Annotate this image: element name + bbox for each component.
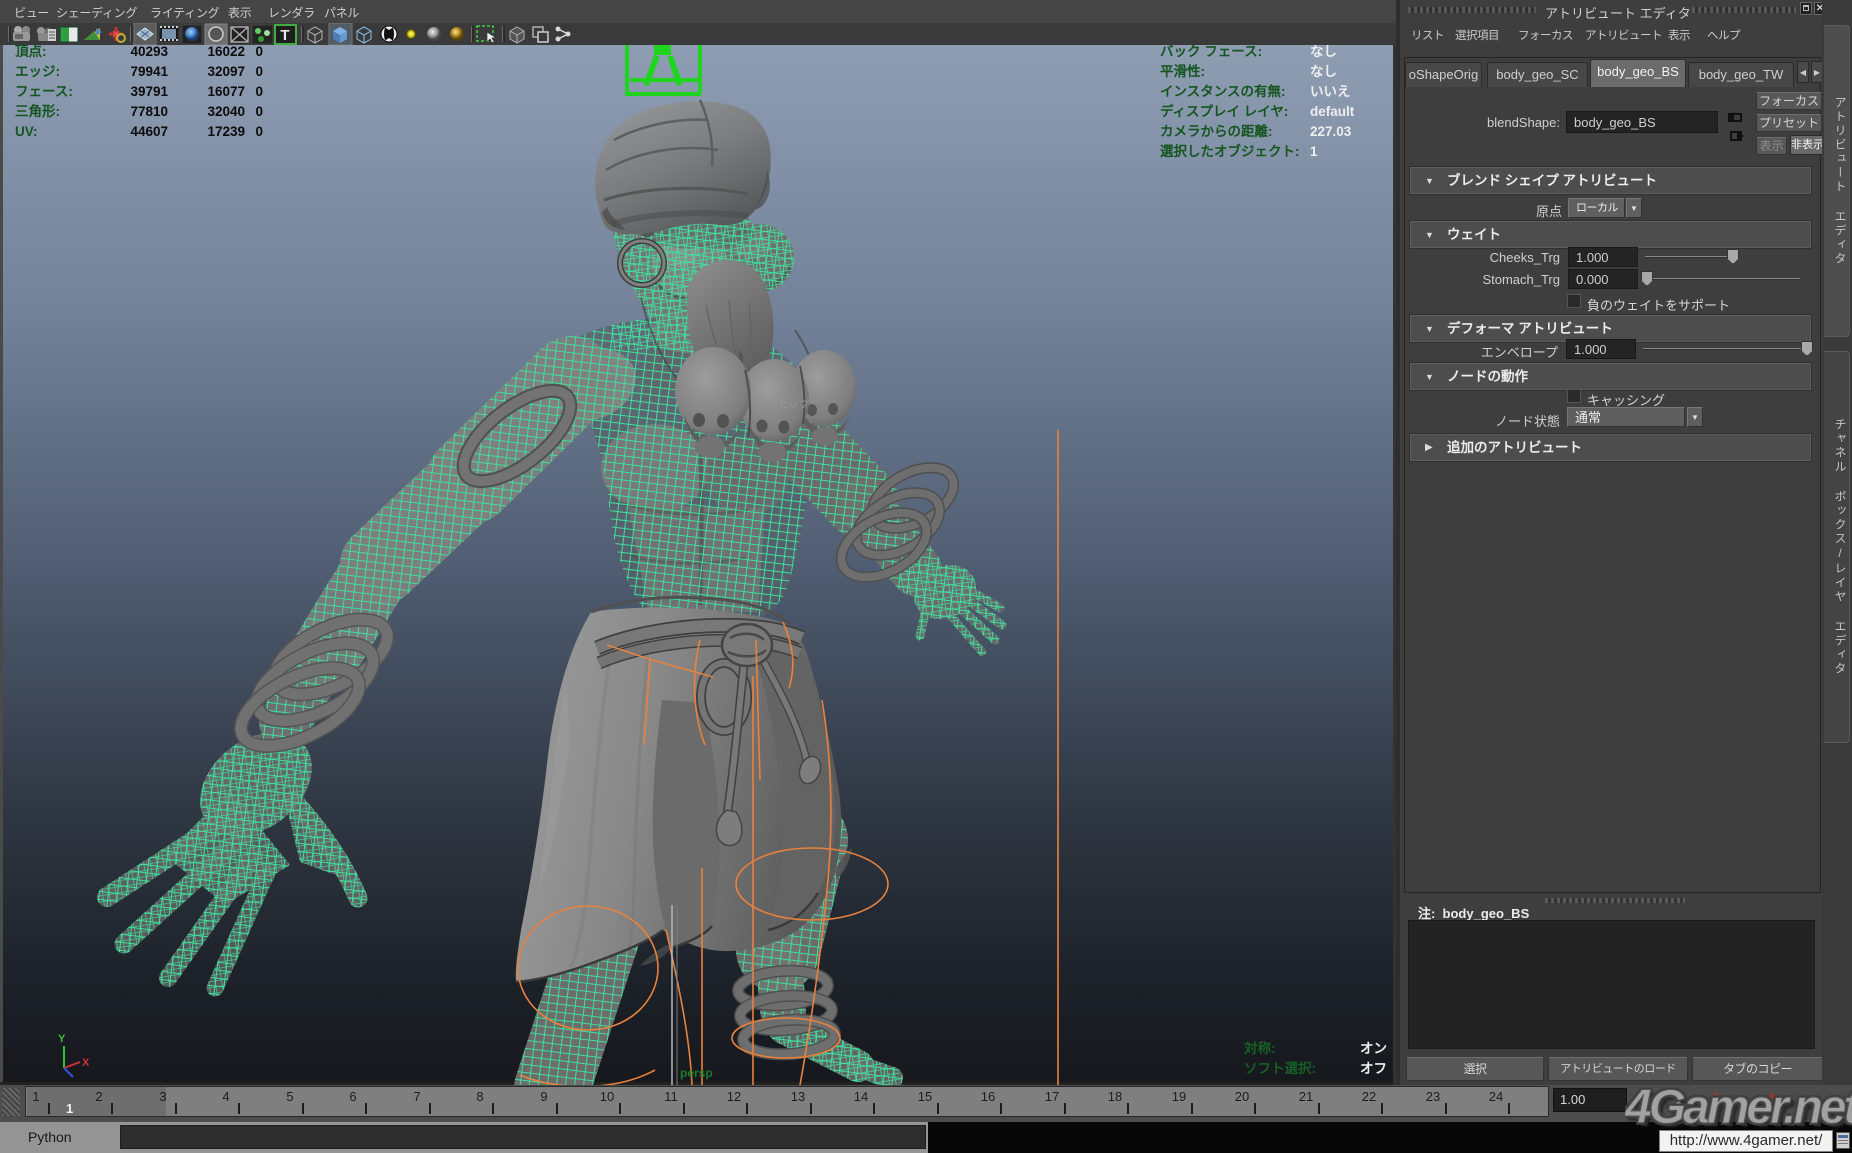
- svg-text:Y: Y: [58, 1033, 66, 1045]
- svg-text:UV:: UV:: [15, 124, 38, 139]
- svg-text:ソフト選択:: ソフト選択:: [1244, 1060, 1316, 1076]
- svg-text:16022: 16022: [207, 45, 245, 59]
- svg-text:16077: 16077: [207, 84, 245, 99]
- svg-text:カメラからの距離:: カメラからの距離:: [1160, 123, 1273, 139]
- svg-text:persp: persp: [680, 1066, 713, 1080]
- svg-text:頂点:: 頂点:: [15, 45, 47, 59]
- svg-text:オン: オン: [1360, 1041, 1387, 1056]
- svg-text:なし: なし: [1310, 64, 1337, 79]
- svg-text:227.03: 227.03: [1310, 124, 1352, 139]
- svg-text:32040: 32040: [207, 104, 245, 119]
- svg-text:対称:: 対称:: [1243, 1040, 1276, 1056]
- svg-text:1: 1: [1310, 144, 1318, 159]
- svg-text:エッジ:: エッジ:: [15, 64, 60, 79]
- svg-text:0: 0: [255, 124, 263, 139]
- svg-text:0: 0: [255, 104, 263, 119]
- svg-text:77810: 77810: [130, 104, 168, 119]
- svg-text:インスタンスの有無:: インスタンスの有無:: [1160, 83, 1285, 99]
- svg-text:三角形:: 三角形:: [15, 103, 60, 119]
- svg-text:0: 0: [255, 64, 263, 79]
- svg-text:選択したオブジェクト:: 選択したオブジェクト:: [1160, 143, 1300, 159]
- svg-text:ディスプレイ レイヤ:: ディスプレイ レイヤ:: [1160, 103, 1288, 119]
- svg-text:39791: 39791: [130, 84, 168, 99]
- svg-text:default: default: [1310, 104, 1355, 119]
- svg-text:オフ: オフ: [1360, 1061, 1387, 1076]
- svg-text:フェース:: フェース:: [15, 84, 73, 99]
- svg-text:なし: なし: [1310, 45, 1337, 59]
- svg-text:17239: 17239: [207, 124, 245, 139]
- svg-text:X: X: [82, 1057, 90, 1069]
- svg-text:32097: 32097: [207, 64, 245, 79]
- svg-text:バック フェース:: バック フェース:: [1160, 45, 1262, 59]
- svg-text:T: T: [280, 27, 289, 44]
- svg-text:ヒップ: ヒップ: [779, 399, 809, 411]
- svg-text:いいえ: いいえ: [1310, 84, 1351, 99]
- svg-text:0: 0: [255, 84, 263, 99]
- svg-text:40293: 40293: [130, 45, 168, 59]
- svg-text:平滑性:: 平滑性:: [1160, 63, 1205, 79]
- svg-text:0: 0: [255, 45, 263, 59]
- svg-text:44607: 44607: [130, 124, 168, 139]
- svg-text:79941: 79941: [130, 64, 168, 79]
